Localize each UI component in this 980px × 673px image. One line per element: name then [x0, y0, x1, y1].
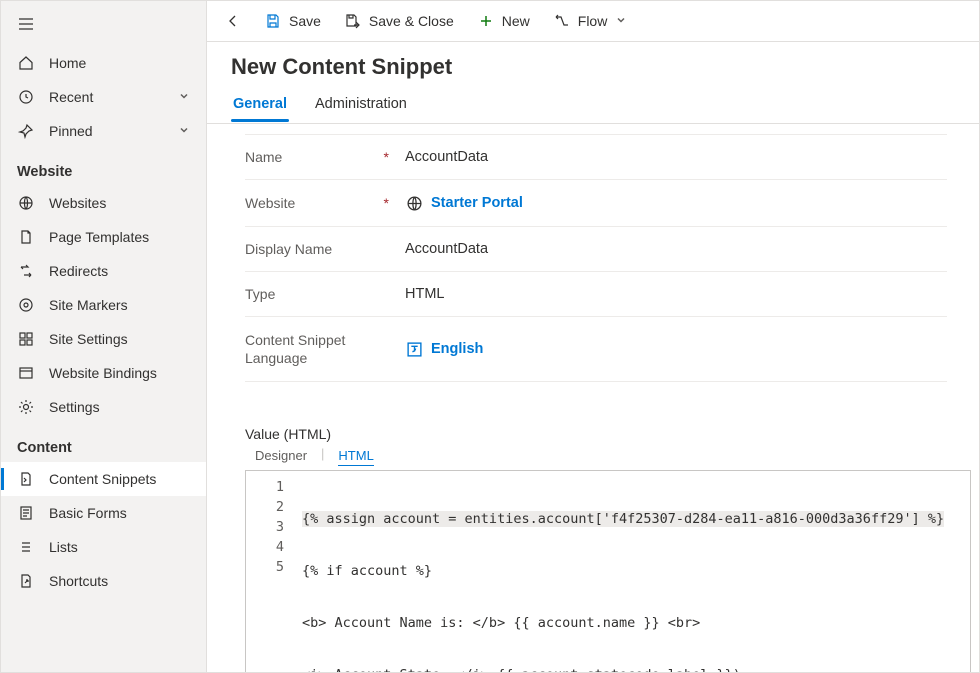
field-type[interactable]: Type HTML	[245, 272, 947, 317]
nav-label: Basic Forms	[49, 505, 127, 521]
page-header: New Content Snippet General Administrati…	[207, 42, 979, 123]
field-language[interactable]: Content Snippet Language English	[245, 317, 947, 382]
nav-label: Content Snippets	[49, 471, 156, 487]
nav-shortcuts[interactable]: Shortcuts	[1, 564, 206, 598]
pin-icon	[17, 122, 35, 140]
nav-label: Recent	[49, 89, 93, 105]
field-value: English	[431, 341, 483, 357]
home-icon	[17, 54, 35, 72]
page-title: New Content Snippet	[231, 54, 955, 80]
tabs: General Administration	[231, 90, 955, 123]
nav-basic-forms[interactable]: Basic Forms	[1, 496, 206, 530]
separator: |	[321, 446, 324, 466]
bindings-icon	[17, 364, 35, 382]
save-label: Save	[289, 13, 321, 29]
line-gutter: 12345	[246, 471, 294, 672]
list-icon	[17, 538, 35, 556]
flow-button[interactable]: Flow	[544, 7, 638, 35]
editor-tab-html[interactable]: HTML	[338, 446, 373, 466]
main: Save Save & Close New Flow New Content S…	[207, 1, 979, 672]
nav-label: Pinned	[49, 123, 93, 139]
save-close-button[interactable]: Save & Close	[335, 7, 464, 35]
editor-tab-designer[interactable]: Designer	[255, 446, 307, 466]
nav-label: Websites	[49, 195, 106, 211]
nav-label: Site Markers	[49, 297, 128, 313]
globe-icon	[405, 194, 423, 212]
field-label: Content Snippet Language	[245, 331, 405, 367]
nav-site-settings[interactable]: Site Settings	[1, 322, 206, 356]
chevron-down-icon	[178, 89, 190, 105]
nav-recent[interactable]: Recent	[1, 80, 206, 114]
field-website[interactable]: Website * Starter Portal	[245, 180, 947, 227]
globe-icon	[17, 194, 35, 212]
nav-label: Shortcuts	[49, 573, 108, 589]
nav-lists[interactable]: Lists	[1, 530, 206, 564]
nav-label: Page Templates	[49, 229, 149, 245]
code-line: {% if account %}	[302, 561, 962, 581]
tab-administration[interactable]: Administration	[313, 90, 409, 122]
nav-label: Website Bindings	[49, 365, 157, 381]
page-icon	[17, 228, 35, 246]
form: Name * AccountData Website * Starter Porta…	[221, 124, 971, 402]
code-line: <i> Account State: </i> {{ account.state…	[302, 665, 962, 672]
save-close-label: Save & Close	[369, 13, 454, 29]
command-bar: Save Save & Close New Flow	[207, 1, 979, 42]
nav-websites[interactable]: Websites	[1, 186, 206, 220]
nav-label: Lists	[49, 539, 78, 555]
field-label: Website	[245, 195, 295, 211]
field-value: Starter Portal	[431, 195, 523, 211]
editor-tabs: Designer | HTML	[245, 446, 971, 466]
hamburger-button[interactable]	[1, 5, 206, 46]
snippet-icon	[17, 470, 35, 488]
nav-label: Redirects	[49, 263, 108, 279]
flow-label: Flow	[578, 13, 608, 29]
nav-home[interactable]: Home	[1, 46, 206, 80]
field-label: Display Name	[245, 241, 332, 257]
new-label: New	[502, 13, 530, 29]
settings-grid-icon	[17, 330, 35, 348]
back-button[interactable]	[215, 7, 251, 35]
nav-page-templates[interactable]: Page Templates	[1, 220, 206, 254]
required-indicator: *	[384, 195, 389, 211]
code-content[interactable]: {% assign account = entities.account['f4…	[294, 471, 970, 672]
field-display-name[interactable]: Display Name AccountData	[245, 227, 947, 272]
nav-site-markers[interactable]: Site Markers	[1, 288, 206, 322]
nav-content-snippets[interactable]: Content Snippets	[1, 462, 206, 496]
field-label: Name	[245, 149, 282, 165]
code-editor[interactable]: 12345 {% assign account = entities.accou…	[245, 470, 971, 672]
field-value: HTML	[405, 286, 947, 302]
value-section: Value (HTML) Designer | HTML 12345 {% as…	[245, 426, 971, 672]
nav-settings[interactable]: Settings	[1, 390, 206, 424]
tab-general[interactable]: General	[231, 90, 289, 122]
form-icon	[17, 504, 35, 522]
value-label: Value (HTML)	[245, 426, 971, 442]
code-line: <b> Account Name is: </b> {{ account.nam…	[302, 613, 962, 633]
nav-label: Site Settings	[49, 331, 128, 347]
new-button[interactable]: New	[468, 7, 540, 35]
chevron-down-icon	[615, 13, 627, 29]
required-indicator: *	[384, 149, 389, 165]
clock-icon	[17, 88, 35, 106]
language-icon	[405, 340, 423, 358]
field-value: AccountData	[405, 241, 947, 257]
gear-icon	[17, 398, 35, 416]
shortcut-icon	[17, 572, 35, 590]
field-name[interactable]: Name * AccountData	[245, 134, 947, 180]
field-label: Type	[245, 286, 275, 302]
nav-pinned[interactable]: Pinned	[1, 114, 206, 148]
chevron-down-icon	[178, 123, 190, 139]
save-button[interactable]: Save	[255, 7, 331, 35]
sidebar: Home Recent Pinned Website Websites Page…	[1, 1, 207, 672]
nav-label: Settings	[49, 399, 100, 415]
redirect-icon	[17, 262, 35, 280]
nav-redirects[interactable]: Redirects	[1, 254, 206, 288]
nav-website-bindings[interactable]: Website Bindings	[1, 356, 206, 390]
section-header-content: Content	[1, 424, 206, 462]
section-header-website: Website	[1, 148, 206, 186]
nav-label: Home	[49, 55, 86, 71]
marker-icon	[17, 296, 35, 314]
code-line: {% assign account = entities.account['f4…	[302, 511, 944, 527]
field-value: AccountData	[405, 149, 947, 165]
